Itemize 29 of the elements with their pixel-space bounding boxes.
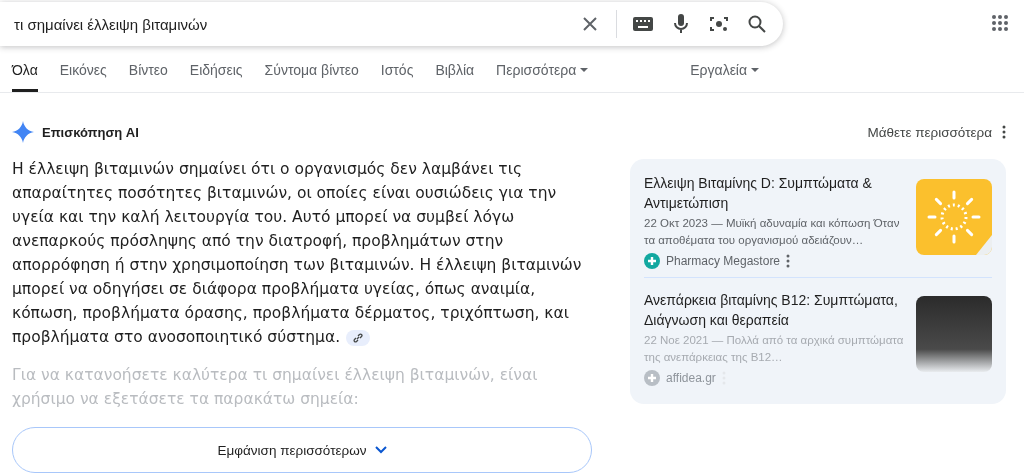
search-tab[interactable]: Βίντεο	[128, 62, 168, 92]
source-title-link[interactable]: Ανεπάρκεια βιταμίνης B12: Συμπτώματα, Διάγνωση και θεραπεία	[644, 290, 908, 330]
source-options-icon[interactable]	[786, 254, 791, 268]
faded-paragraph: Για να κατανοήσετε καλύτερα τι σημαίνει έλλειψη βιταμινών, είναι χρήσιμο να εξετάσετε τα παρακάτω σημεία:	[12, 365, 539, 410]
learn-more-link[interactable]: Μάθετε περισσότερα	[867, 124, 992, 140]
tools-tab[interactable]: Εργαλεία	[690, 62, 760, 92]
source-snippet: 22 Νοε 2021 — Πολλά από τα αρχικά συμπτώματα της ανεπάρκειας της B12…	[644, 333, 905, 365]
search-tab[interactable]: Ιστός	[380, 62, 414, 92]
search-tab[interactable]: Σύντομα βίντεο	[264, 62, 359, 92]
overview-paragraph: Η έλλειψη βιταμινών σημαίνει ότι ο οργανισμός δεν λαμβάνει τις απαραίτητες ποσότητες βιταμινών, οι οποίες είναι ουσιώδεις για την υγεία και την καλή λειτουργία του. Αυτό μπορεί να συμβεί λόγω ανεπαρκούς πρόσληψης από την διατροφή, προβλημάτων στην απορρόφηση ή στην χρησιμοποίηση των βιταμινών. Η έλλειψη βιταμινών μπορεί να οδηγήσει σε διάφορα προβλήματα υγείας, όπως αναιμία, κόπωση, προβλήματα όρασης, προβλήματα δέρματος, τριχόπτωση, και προβλήματα στο ανοσοποιητικό σύστημα.	[12, 159, 583, 348]
search-input[interactable]: τι σημαίνει έλλειψη βιταμινών	[12, 14, 564, 34]
search-tab[interactable]: Περισσότερα	[496, 62, 589, 92]
caret-icon	[751, 68, 760, 72]
source-snippet: 22 Οκτ 2023 — Μυϊκή αδυναμία και κόπωση Όταν τα αποθέματα του οργανισμού αδειάζουν…	[644, 216, 901, 248]
show-more-button[interactable]: Εμφάνιση περισσότερων	[12, 427, 592, 473]
source-name: affidea.gr	[666, 371, 716, 385]
chevron-down-icon	[374, 446, 387, 454]
ai-overview-title: Επισκόπηση AI	[42, 124, 139, 140]
sparkle-icon	[12, 121, 34, 143]
more-options-icon[interactable]	[1002, 125, 1006, 139]
search-tab[interactable]: Όλα	[12, 62, 38, 92]
search-tab[interactable]: Ειδήσεις	[189, 62, 243, 92]
search-tab[interactable]: Βιβλία	[435, 62, 475, 92]
search-tab[interactable]: Εικόνες	[59, 62, 107, 92]
source-logo-icon	[644, 253, 660, 269]
source-name: Pharmacy Megastore	[666, 254, 781, 268]
source-title-link[interactable]: Ελλειψη Βιταμίνης D: Συμπτώματα & Αντιμετώπιση	[644, 173, 908, 213]
link-icon[interactable]	[346, 329, 371, 346]
source-logo-icon	[644, 370, 660, 386]
